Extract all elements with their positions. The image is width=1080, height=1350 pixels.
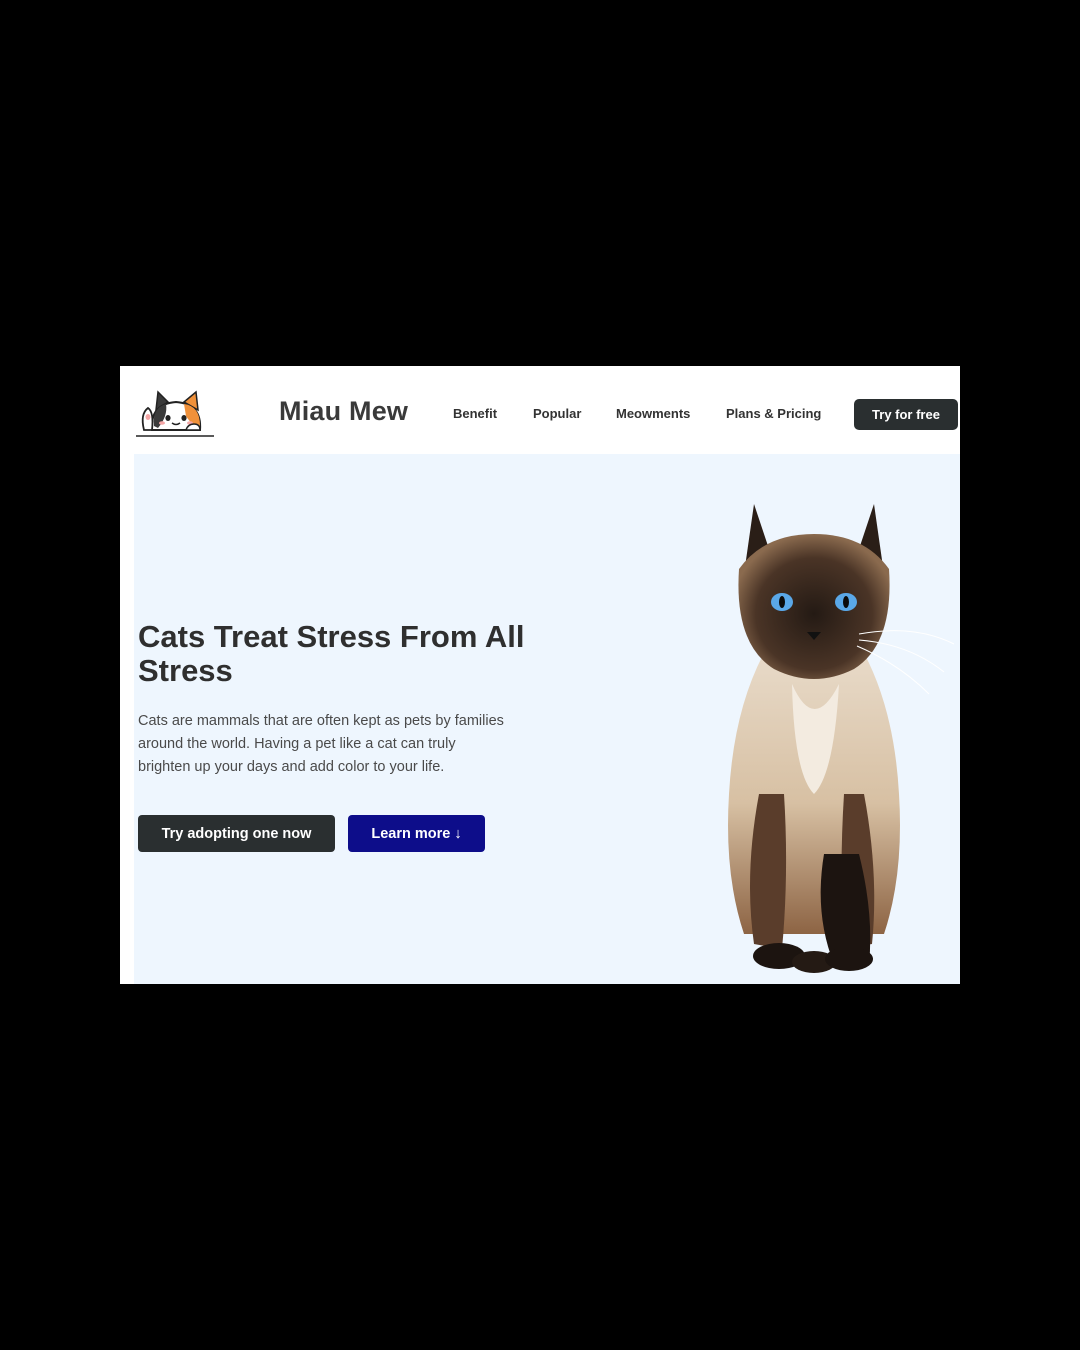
cat-mascot-icon[interactable] xyxy=(134,386,216,440)
siamese-cat-photo xyxy=(728,504,955,973)
try-for-free-button[interactable]: Try for free xyxy=(854,399,958,430)
website-screenshot: Miau Mew Benefit Popular Meowments Plans… xyxy=(120,366,960,984)
hero-description: Cats are mammals that are often kept as … xyxy=(138,713,504,775)
learn-more-button[interactable]: Learn more ↓ xyxy=(348,815,485,852)
nav-link-popular[interactable]: Popular xyxy=(533,406,581,421)
navbar: Miau Mew Benefit Popular Meowments Plans… xyxy=(120,366,960,454)
hero-title: Cats Treat Stress From All Stress xyxy=(138,619,525,688)
nav-link-plans-pricing[interactable]: Plans & Pricing xyxy=(726,406,821,421)
nav-link-benefit[interactable]: Benefit xyxy=(453,406,497,421)
hero-section: Cats Treat Stress From All Stress Cats a… xyxy=(134,454,960,984)
brand-name[interactable]: Miau Mew xyxy=(279,396,408,427)
try-adopting-button[interactable]: Try adopting one now xyxy=(138,815,335,852)
nav-link-meowments[interactable]: Meowments xyxy=(616,406,690,421)
